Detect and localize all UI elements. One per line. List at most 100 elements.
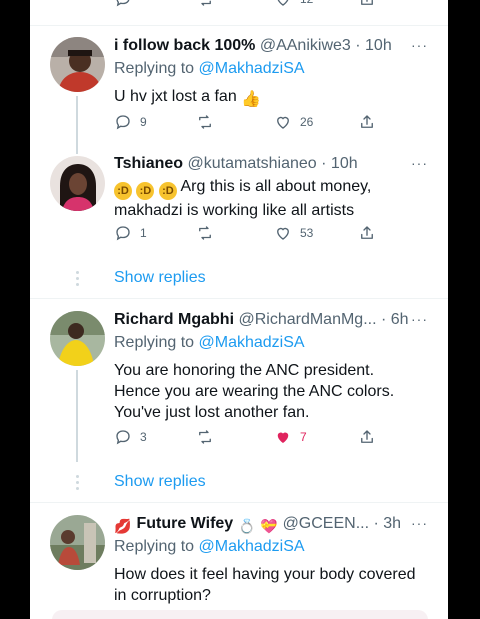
reply-count: 3 xyxy=(140,430,147,444)
tweet-text-line: Hence you are wearing the ANC colors. xyxy=(114,383,395,400)
thread-line xyxy=(76,370,78,462)
heart-icon xyxy=(277,227,289,240)
replying-to: Replying to @MakhadziSA xyxy=(114,538,305,556)
timestamp[interactable]: · 3h xyxy=(374,515,402,532)
heart-filled-icon xyxy=(277,432,289,443)
timestamp[interactable]: · 10h xyxy=(321,155,357,172)
tweet-text: You are honoring the ANC president. Henc… xyxy=(114,360,434,423)
show-replies-link[interactable]: Show replies xyxy=(114,473,206,491)
reply-icon xyxy=(116,430,130,445)
reply-button[interactable]: 9 xyxy=(114,113,147,131)
tweet-text-line: You are honoring the ANC president. xyxy=(114,362,375,379)
share-icon xyxy=(361,226,373,239)
tweet-text-line: How does it feel having your body covere… xyxy=(114,566,416,583)
share-button[interactable] xyxy=(358,224,376,242)
retweet-button[interactable] xyxy=(196,113,214,131)
like-button[interactable]: 7 xyxy=(274,428,307,446)
reply-count: 9 xyxy=(140,115,147,129)
reply-button[interactable]: 3 xyxy=(114,428,147,446)
like-button[interactable]: 26 xyxy=(274,113,313,131)
tweet-text-line: You've just lost another fan. xyxy=(114,404,310,421)
retweet-button[interactable] xyxy=(196,224,214,242)
mention-link[interactable]: @MakhadziSA xyxy=(199,60,305,77)
retweet-button[interactable] xyxy=(196,428,214,446)
display-name[interactable]: Tshianeo xyxy=(114,155,183,172)
like-count: 53 xyxy=(300,226,314,240)
retweet-icon xyxy=(199,226,211,240)
tweet-header: Tshianeo @kutamatshianeo · 10h xyxy=(114,155,358,173)
handle[interactable]: @kutamatshianeo xyxy=(188,155,317,172)
tweet-text-line: in corruption? xyxy=(114,587,211,604)
replying-to: Replying to @MakhadziSA xyxy=(114,60,305,78)
divider xyxy=(30,298,448,299)
rofl-emoji-icon: :D xyxy=(136,182,155,200)
replying-to: Replying to @MakhadziSA xyxy=(114,334,305,352)
rofl-emoji-icon: :D xyxy=(114,182,132,200)
more-options-icon[interactable]: ··· xyxy=(411,155,428,171)
share-button[interactable] xyxy=(358,113,376,131)
display-name[interactable]: i follow back 100% xyxy=(114,37,255,54)
like-count: 26 xyxy=(300,115,314,129)
avatar[interactable] xyxy=(50,156,105,211)
share-icon xyxy=(361,0,373,5)
media-card-preview[interactable] xyxy=(52,610,428,619)
thread-line xyxy=(76,96,78,138)
show-replies-link[interactable]: Show replies xyxy=(114,269,206,287)
prev-tweet-actions: 12 xyxy=(114,0,374,12)
more-options-icon[interactable]: ··· xyxy=(411,515,428,531)
replying-label: Replying to xyxy=(114,334,195,351)
tweet-actions: 9 26 xyxy=(114,113,374,135)
share-button[interactable] xyxy=(358,0,376,8)
thumbs-up-icon: 👍 xyxy=(241,91,262,108)
reply-icon xyxy=(116,115,130,130)
display-name[interactable]: Richard Mgabhi xyxy=(114,311,234,328)
more-replies-dots xyxy=(76,475,79,493)
heart-icon xyxy=(277,0,289,6)
tweet-text-line: U hv jxt lost a fan xyxy=(114,88,237,105)
mention-link[interactable]: @MakhadziSA xyxy=(199,334,305,351)
tweet-header: 💋 Future Wifey 💍 💝 @GCEEN... · 3h xyxy=(114,515,401,535)
thread-line xyxy=(76,138,78,154)
more-options-icon[interactable]: ··· xyxy=(411,311,428,327)
tweet-text: :D :D :D Arg this is all about money, ma… xyxy=(114,176,434,221)
avatar[interactable] xyxy=(50,311,105,366)
handle[interactable]: @RichardManMg... xyxy=(238,311,376,328)
more-options-icon[interactable]: ··· xyxy=(411,37,428,53)
replying-label: Replying to xyxy=(114,538,195,555)
tweet-text: How does it feel having your body covere… xyxy=(114,564,434,606)
divider xyxy=(30,25,448,26)
like-count: 7 xyxy=(300,430,307,444)
timestamp[interactable]: · 10h xyxy=(355,37,391,54)
reply-icon xyxy=(116,0,130,7)
replying-label: Replying to xyxy=(114,60,195,77)
handle[interactable]: @AAnikiwe3 xyxy=(260,37,351,54)
rofl-emoji-icon: :D xyxy=(158,182,177,200)
reply-count: 1 xyxy=(140,226,147,240)
mention-link[interactable]: @MakhadziSA xyxy=(199,538,305,555)
share-icon xyxy=(361,430,373,443)
handle[interactable]: @GCEEN... xyxy=(283,515,369,532)
lips-icon: 💋 xyxy=(114,518,132,534)
tweet-text-line: Arg this is all about money, xyxy=(180,178,372,195)
reply-button[interactable]: 1 xyxy=(114,224,147,242)
retweet-icon xyxy=(201,0,211,6)
retweet-icon xyxy=(199,430,211,444)
like-button[interactable]: 12 xyxy=(274,0,313,8)
avatar[interactable] xyxy=(50,37,105,92)
share-button[interactable] xyxy=(358,428,376,446)
tweet-actions: 3 7 xyxy=(114,428,374,450)
reply-button[interactable] xyxy=(114,0,132,8)
tweet-feed: 12 i follow back 100% @AAnikiwe3 · 10h ·… xyxy=(30,0,448,619)
display-name[interactable]: Future Wifey xyxy=(136,515,233,532)
timestamp[interactable]: · 6h xyxy=(381,311,409,328)
tweet-text: U hv jxt lost a fan 👍 xyxy=(114,86,434,109)
divider xyxy=(30,502,448,503)
like-count: 12 xyxy=(300,0,313,6)
more-replies-dots xyxy=(76,271,79,289)
heart-gift-icon: 💝 xyxy=(260,518,278,534)
retweet-button[interactable] xyxy=(196,0,214,8)
reply-icon xyxy=(116,226,130,241)
avatar[interactable] xyxy=(50,515,105,570)
tweet-header: i follow back 100% @AAnikiwe3 · 10h xyxy=(114,37,392,55)
like-button[interactable]: 53 xyxy=(274,224,313,242)
